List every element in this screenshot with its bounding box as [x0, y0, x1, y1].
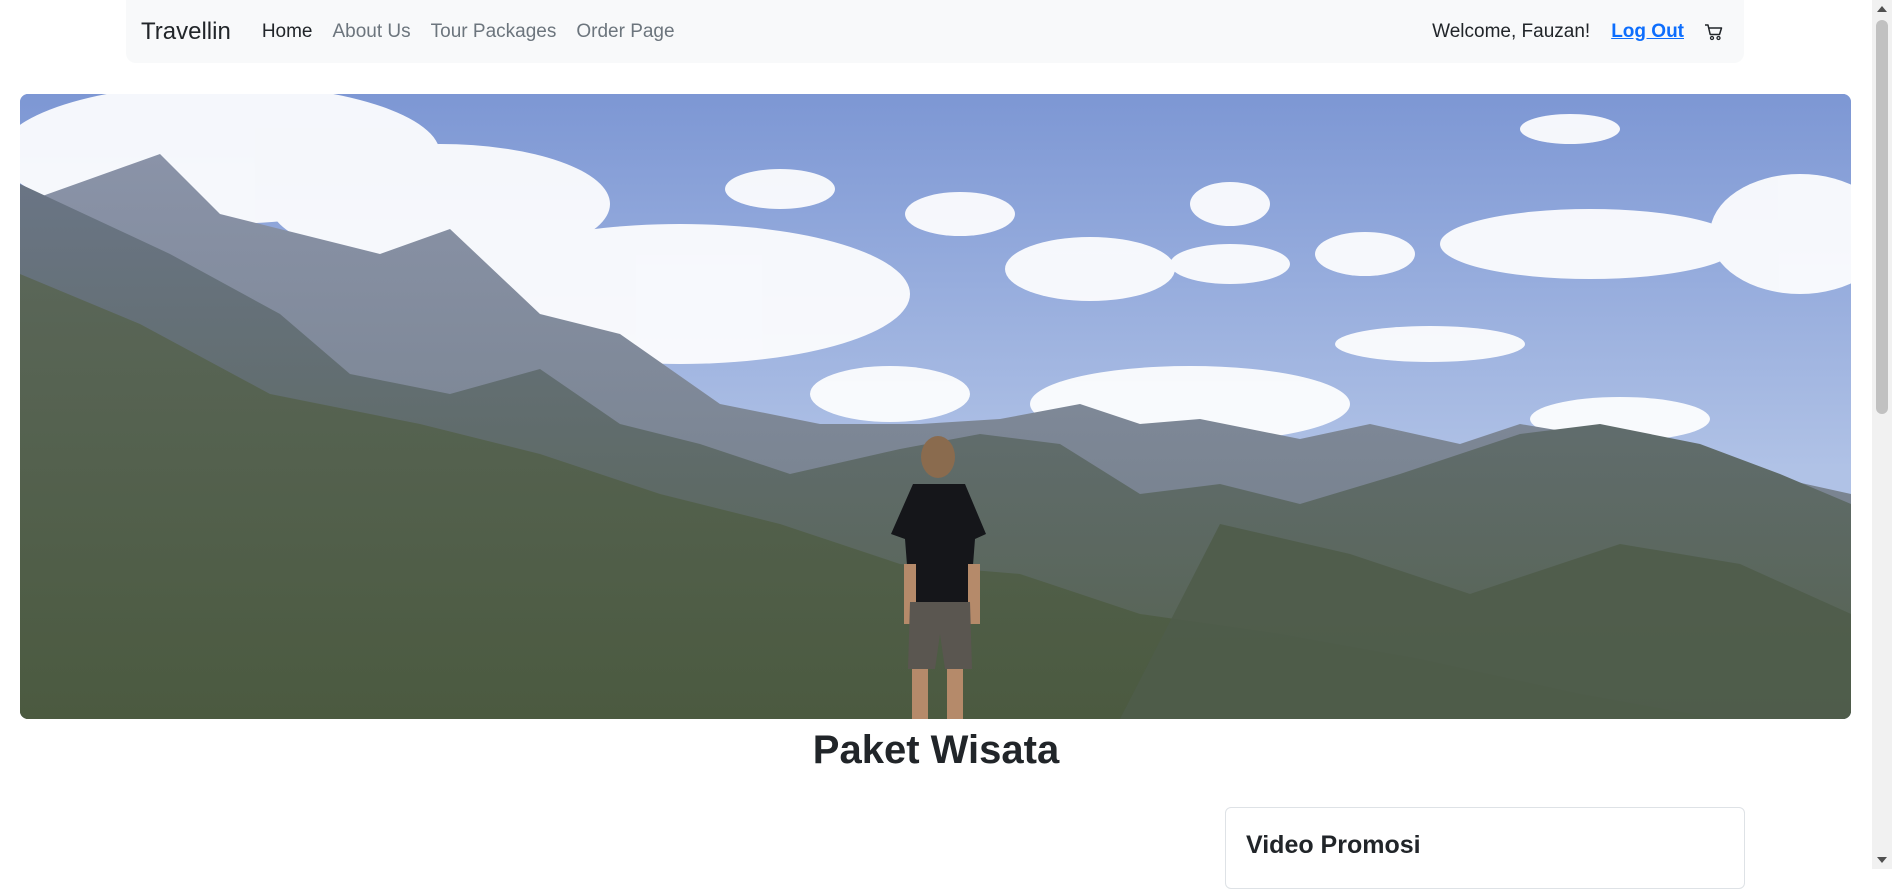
card-title: Video Promosi: [1246, 831, 1421, 859]
welcome-text: Welcome, Fauzan!: [1432, 20, 1591, 42]
cart-icon[interactable]: [1704, 22, 1724, 42]
brand-logo[interactable]: Travellin: [141, 18, 231, 46]
page-title: Paket Wisata: [812, 728, 1060, 772]
scroll-down-icon[interactable]: [1877, 857, 1887, 863]
nav-link-order-page[interactable]: Order Page: [576, 21, 674, 43]
scrollbar-thumb[interactable]: [1876, 20, 1888, 414]
hero-image: [20, 94, 1851, 719]
mountain-landscape-image: [20, 94, 1851, 719]
nav-link-tour-packages[interactable]: Tour Packages: [431, 21, 557, 43]
nav-link-about-us[interactable]: About Us: [333, 21, 411, 43]
navbar: Travellin Home About Us Tour Packages Or…: [126, 0, 1744, 63]
nav-user-area: Welcome, Fauzan! Log Out: [1432, 21, 1724, 43]
scroll-up-icon[interactable]: [1877, 6, 1887, 12]
logout-link[interactable]: Log Out: [1611, 21, 1684, 43]
nav-link-home[interactable]: Home: [262, 21, 313, 43]
nav-links: Home About Us Tour Packages Order Page: [262, 21, 695, 43]
scrollbar[interactable]: [1872, 0, 1892, 869]
video-promo-card: Video Promosi: [1225, 807, 1745, 889]
